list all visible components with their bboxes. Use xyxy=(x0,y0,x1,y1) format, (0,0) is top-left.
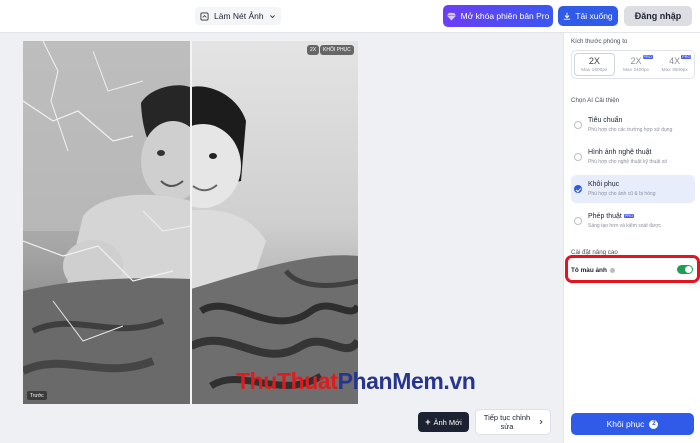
settings-panel: Kích thước phóng to 2X Max 1600px 2X PRO … xyxy=(563,33,700,443)
continue-edit-button[interactable]: Tiếp tục chỉnh sửa xyxy=(475,409,551,435)
info-icon[interactable] xyxy=(609,267,615,273)
login-label: Đăng nhập xyxy=(634,11,682,21)
before-label: Trước xyxy=(27,391,47,400)
pro-badge: PRO xyxy=(681,55,692,59)
new-image-label: Ảnh Mới xyxy=(433,417,462,427)
continue-edit-label: Tiếp tục chỉnh sửa xyxy=(483,413,531,431)
radio-button-selected[interactable] xyxy=(574,185,582,193)
ai-option-desc: Sáng tạo hơn và kiểm soát được xyxy=(588,223,661,229)
download-button[interactable]: Tải xuống xyxy=(558,6,618,26)
radio-button[interactable] xyxy=(574,153,582,161)
ai-section-title: Chọn AI Cải thiện xyxy=(571,97,620,104)
pro-badge: PRO xyxy=(623,214,635,219)
ai-option-desc: Phù hợp cho các trường hợp sử dụng xyxy=(588,127,673,133)
new-image-button[interactable]: + Ảnh Mới xyxy=(418,412,469,432)
plus-icon: + xyxy=(425,417,431,427)
size-option-label: 2X xyxy=(588,56,600,66)
download-label: Tải xuống xyxy=(575,11,613,21)
ai-option-magic[interactable]: Phép thuật PRO Sáng tạo hơn và kiểm soát … xyxy=(571,207,695,235)
colorize-toggle[interactable] xyxy=(677,265,693,274)
ai-option-standard[interactable]: Tiêu chuẩn Phù hợp cho các trường hợp sử… xyxy=(571,111,695,139)
photo-after xyxy=(191,41,358,404)
ai-option-name: Tiêu chuẩn xyxy=(588,117,623,124)
size-option-4x[interactable]: 4X PRO Max 3600px xyxy=(655,51,694,78)
ai-option-desc: Phù hợp cho ảnh cũ & bị hỏng xyxy=(588,191,656,197)
unlock-pro-label: Mở khóa phiên bản Pro xyxy=(460,11,550,21)
radio-button[interactable] xyxy=(574,217,582,225)
chevron-down-icon xyxy=(269,14,275,18)
zoom-badge: 2X xyxy=(307,45,320,55)
restore-button[interactable]: Khôi phục 2 xyxy=(571,413,694,435)
radio-button[interactable] xyxy=(574,121,582,129)
size-option-sub: Max 3600px xyxy=(661,68,688,73)
photo-comparison[interactable]: 2X KHÔI PHỤC Trước xyxy=(23,41,358,404)
size-option-sub: Max 1600px xyxy=(581,68,608,73)
watermark: ThuThuatPhanMem.vn xyxy=(236,368,476,395)
colorize-label: Tô màu ảnh xyxy=(571,266,607,274)
top-bar: Làm Nét Ảnh Mở khóa phiên bản Pro Tải xu… xyxy=(0,0,700,33)
comparison-slider[interactable] xyxy=(190,41,192,404)
unlock-pro-button[interactable]: Mở khóa phiên bản Pro xyxy=(443,5,553,27)
login-button[interactable]: Đăng nhập xyxy=(624,6,692,26)
size-option-label: 4X xyxy=(669,56,681,66)
diamond-icon xyxy=(446,12,456,21)
ai-option-name: Khôi phục xyxy=(588,181,620,188)
ai-option-restore[interactable]: Khôi phục Phù hợp cho ảnh cũ & bị hỏng xyxy=(571,175,695,203)
download-icon xyxy=(564,12,571,20)
colorize-setting: Tô màu ảnh xyxy=(571,263,695,277)
advanced-section-title: Cài đặt nâng cao xyxy=(571,249,618,256)
size-option-label: 2X xyxy=(630,56,642,66)
watermark-part-2: Thuat xyxy=(276,368,338,394)
ai-options: Tiêu chuẩn Phù hợp cho các trường hợp sử… xyxy=(571,111,695,239)
size-section-title: Kích thước phóng to xyxy=(571,38,628,45)
chevron-right-icon xyxy=(539,419,543,425)
pro-badge: PRO xyxy=(642,55,653,59)
watermark-part-1: Thu xyxy=(236,368,277,394)
image-enhance-icon xyxy=(200,11,209,21)
ai-option-name: Hình ảnh nghệ thuật xyxy=(588,149,652,156)
mode-badge: KHÔI PHỤC xyxy=(320,45,354,55)
size-option-sub: Max 2400px xyxy=(622,68,650,73)
ai-option-desc: Phù hợp cho nghệ thuật kỹ thuật số xyxy=(588,159,668,165)
image-workspace: 2X KHÔI PHỤC Trước ThuThuatPhanMem.vn + … xyxy=(0,33,563,443)
size-option-2x[interactable]: 2X Max 1600px xyxy=(574,53,615,76)
tool-selector[interactable]: Làm Nét Ảnh xyxy=(195,7,281,25)
ai-option-art[interactable]: Hình ảnh nghệ thuật Phù hợp cho nghệ thu… xyxy=(571,143,695,171)
size-options: 2X Max 1600px 2X PRO Max 2400px 4X PRO Max… xyxy=(571,50,695,79)
watermark-part-3: PhanMem xyxy=(337,368,444,394)
tool-selector-label: Làm Nét Ảnh xyxy=(214,11,264,21)
photo-before xyxy=(23,41,191,404)
ai-option-name: Phép thuật xyxy=(588,213,622,220)
restore-label: Khôi phục xyxy=(606,419,645,429)
watermark-part-4: .vn xyxy=(443,368,476,394)
credit-count-badge: 2 xyxy=(649,419,659,429)
size-option-2x-pro[interactable]: 2X PRO Max 2400px xyxy=(617,51,656,78)
